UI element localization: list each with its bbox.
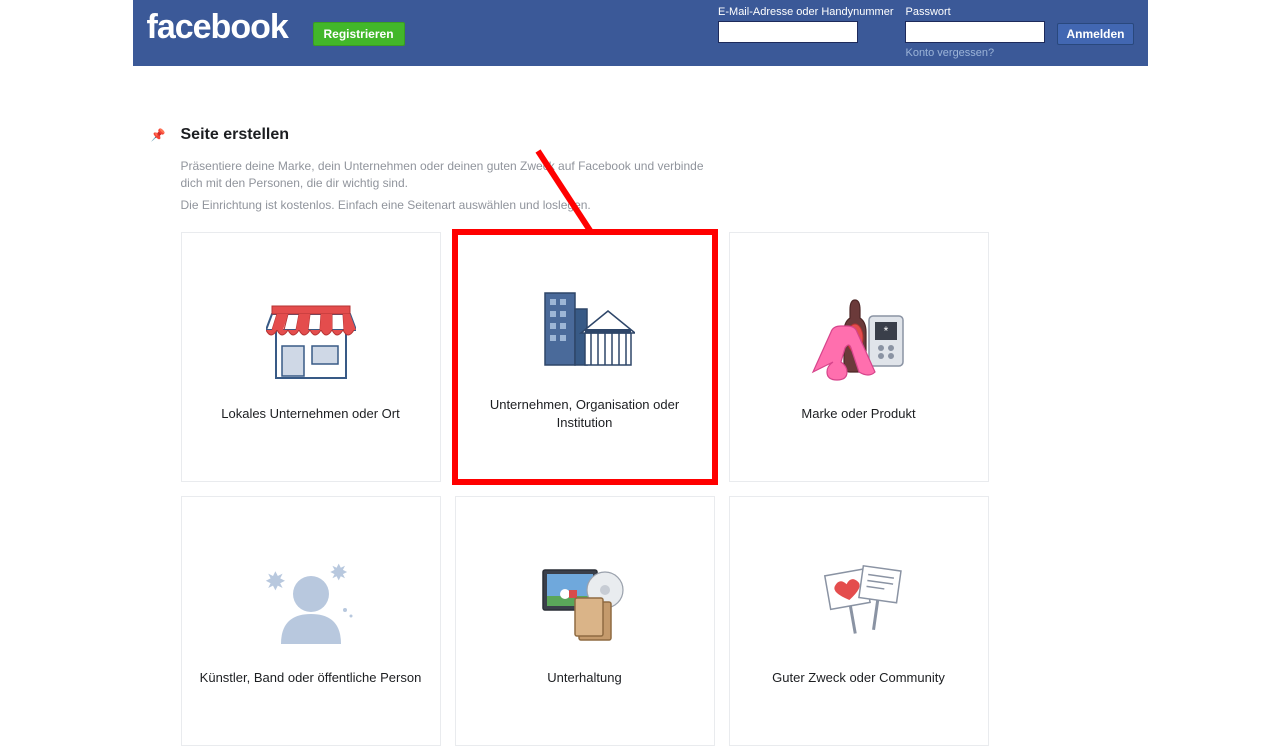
login-button[interactable]: Anmelden (1057, 23, 1133, 45)
page-desc: Präsentiere deine Marke, dein Unternehme… (181, 158, 721, 192)
card-company[interactable]: Unternehmen, Organisation oder Instituti… (455, 232, 715, 482)
building-icon (535, 282, 635, 378)
register-button[interactable]: Registrieren (313, 22, 405, 46)
forgot-link[interactable]: Konto vergessen? (905, 47, 1045, 59)
pin-icon: 📌 (151, 128, 166, 142)
content: 📌 Seite erstellen Präsentiere deine Mark… (133, 66, 1148, 746)
entertainment-icon (535, 555, 635, 651)
card-artist[interactable]: Künstler, Band oder öffentliche Person (181, 496, 441, 746)
card-entertainment[interactable]: Unterhaltung (455, 496, 715, 746)
logo: facebook (147, 8, 288, 47)
card-brand[interactable]: * Marke oder Produkt (729, 232, 989, 482)
page-sub: Die Einrichtung ist kostenlos. Einfach e… (181, 198, 1124, 212)
page-title: Seite erstellen (181, 126, 1124, 144)
email-label: E-Mail-Adresse oder Handynummer (718, 6, 893, 18)
card-label: Unterhaltung (547, 669, 621, 687)
products-icon: * (809, 291, 909, 387)
cause-icon (809, 555, 909, 651)
svg-text:*: * (883, 324, 888, 338)
card-cause[interactable]: Guter Zweck oder Community (729, 496, 989, 746)
card-label: Lokales Unternehmen oder Ort (221, 405, 399, 423)
login-form: E-Mail-Adresse oder Handynummer Passwort… (718, 6, 1133, 59)
card-label: Unternehmen, Organisation oder Instituti… (474, 396, 696, 431)
password-field[interactable] (905, 21, 1045, 43)
password-label: Passwort (905, 6, 1045, 18)
person-icon (261, 555, 361, 651)
card-local-business[interactable]: Lokales Unternehmen oder Ort (181, 232, 441, 482)
header: facebook Registrieren E-Mail-Adresse ode… (133, 0, 1148, 66)
card-label: Guter Zweck oder Community (772, 669, 945, 687)
card-label: Marke oder Produkt (801, 405, 915, 423)
storefront-icon (266, 291, 356, 387)
card-label: Künstler, Band oder öffentliche Person (200, 669, 422, 687)
card-grid: Lokales Unternehmen oder Ort Unternehmen… (181, 232, 1124, 746)
email-field[interactable] (718, 21, 858, 43)
